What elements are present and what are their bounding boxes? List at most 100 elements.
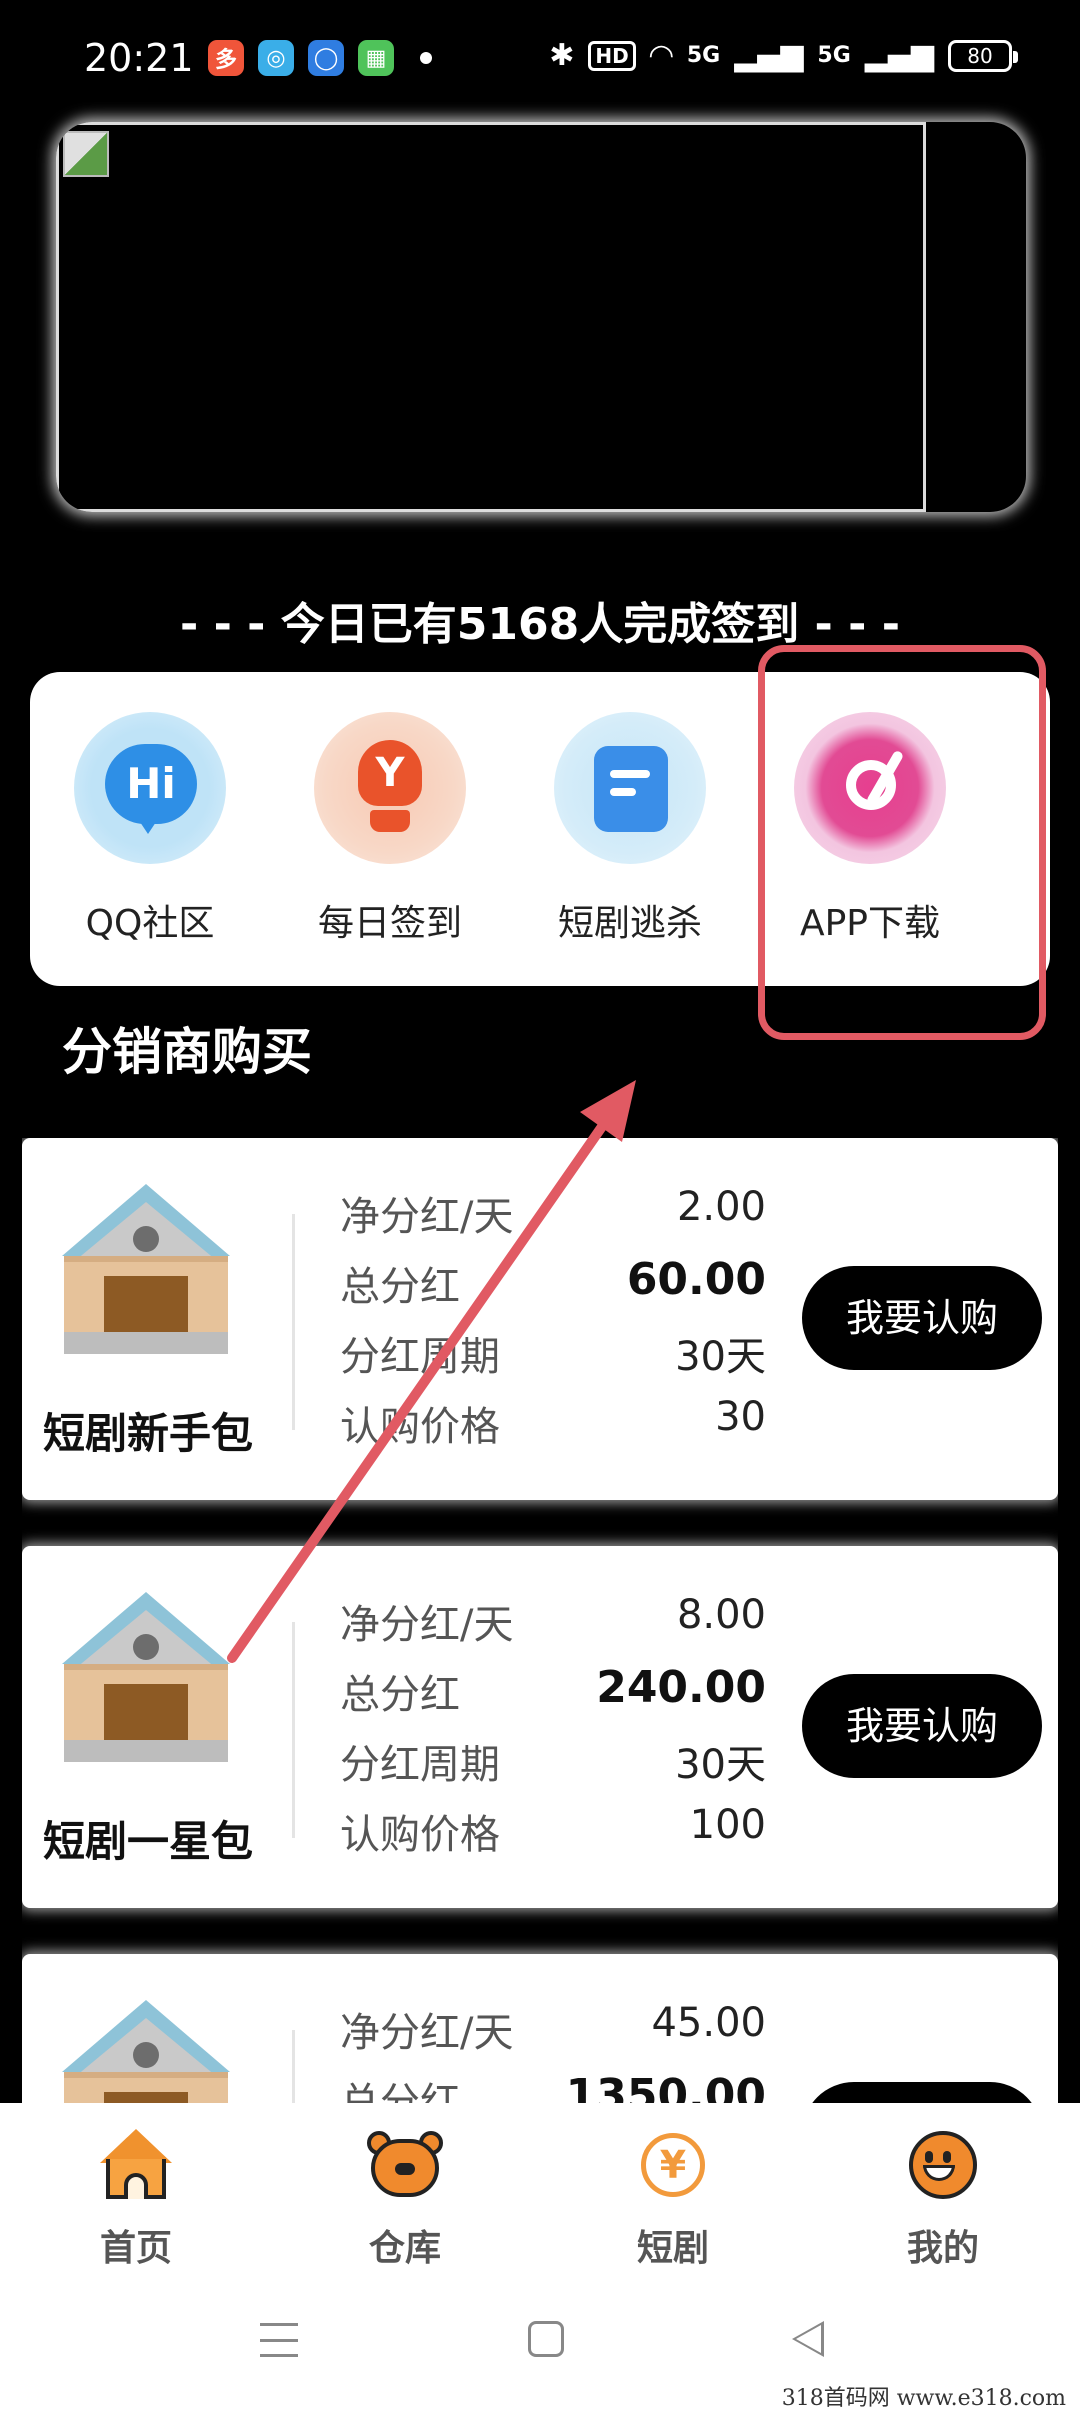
subscribe-button[interactable]: 我要认购 bbox=[802, 1674, 1042, 1778]
signin-notice: - - - 今日已有5168人完成签到 - - - bbox=[180, 599, 900, 650]
qq-hi-icon: Hi bbox=[74, 712, 226, 864]
card-divider bbox=[292, 1622, 295, 1838]
banner-carousel[interactable] bbox=[56, 122, 1026, 512]
tab-label: 短剧 bbox=[636, 2228, 709, 2269]
stat-label: 净分红/天 bbox=[340, 2010, 514, 2056]
stat-label: 净分红/天 bbox=[340, 1194, 514, 1240]
recent-apps-icon[interactable] bbox=[260, 2323, 298, 2357]
stat-value: 60.00 bbox=[626, 1254, 766, 1305]
quick-item-label: QQ社区 bbox=[85, 903, 215, 944]
quick-item-label: 短剧逃杀 bbox=[557, 903, 702, 944]
back-button-icon[interactable] bbox=[792, 2321, 824, 2357]
signal-1-icon: ▂▄▆ bbox=[734, 38, 804, 73]
stat-total-dividend: 总分红 240.00 bbox=[340, 1662, 766, 1726]
stat-value: 240.00 bbox=[596, 1662, 766, 1713]
broken-image-icon bbox=[63, 131, 109, 177]
stat-value: 8.00 bbox=[676, 1592, 766, 1638]
stat-total-dividend: 总分红 60.00 bbox=[340, 1254, 766, 1318]
status-bar: 20:21 多 ◎ ◯ ▦ ✱ HD ◠ 5G ▂▄▆ 5G ▂▄▆ 80 bbox=[0, 0, 1080, 120]
smiley-icon bbox=[905, 2129, 981, 2201]
signal-1-label: 5G bbox=[686, 43, 721, 68]
package-name: 短剧新手包 bbox=[42, 1409, 253, 1458]
stat-label: 分红周期 bbox=[340, 1742, 500, 1788]
section-title: 分销商购买 bbox=[62, 1023, 312, 1081]
tab-mine[interactable]: 我的 bbox=[843, 2129, 1043, 2271]
tab-warehouse[interactable]: 仓库 bbox=[305, 2129, 505, 2271]
package-card: 短剧新手包 净分红/天 2.00 总分红 60.00 分红周期 30天 认购价格… bbox=[22, 1138, 1058, 1500]
system-status-icons: ✱ HD ◠ 5G ▂▄▆ 5G ▂▄▆ 80 bbox=[549, 38, 1018, 73]
bottom-tab-bar: 首页 仓库 ¥ 短剧 我的 bbox=[0, 2103, 1080, 2275]
stat-value: 30天 bbox=[675, 1742, 766, 1788]
yuan-coin-icon: ¥ bbox=[635, 2129, 711, 2201]
hd-badge: HD bbox=[588, 40, 636, 71]
card-divider bbox=[292, 2030, 295, 2103]
quick-item-label: 每日签到 bbox=[317, 903, 462, 944]
stat-value: 100 bbox=[689, 1802, 766, 1848]
stat-value: 30天 bbox=[675, 1334, 766, 1380]
status-time: 20:21 bbox=[84, 36, 194, 80]
stat-value: 2.00 bbox=[676, 1184, 766, 1230]
stat-daily-dividend: 净分红/天 2.00 bbox=[340, 1184, 766, 1248]
drama-card-icon bbox=[554, 712, 706, 864]
stat-total-dividend: 总分红 1350.00 bbox=[340, 2070, 766, 2103]
stat-label: 总分红 bbox=[340, 1264, 460, 1310]
stat-daily-dividend: 净分红/天 45.00 bbox=[340, 2000, 766, 2064]
tab-short-drama[interactable]: ¥ 短剧 bbox=[573, 2129, 773, 2271]
house-icon bbox=[62, 1184, 230, 1354]
store-app-icon: ▦ bbox=[358, 40, 394, 76]
home-icon bbox=[98, 2129, 174, 2201]
arrow-head bbox=[580, 1080, 636, 1142]
stat-label: 认购价格 bbox=[340, 1812, 500, 1858]
subscribe-button[interactable]: 我要认购 bbox=[802, 1266, 1042, 1370]
package-card: 净分红/天 45.00 总分红 1350.00 bbox=[22, 1954, 1058, 2103]
battery-indicator: 80 bbox=[948, 39, 1018, 72]
package-card: 短剧一星包 净分红/天 8.00 总分红 240.00 分红周期 30天 认购价… bbox=[22, 1546, 1058, 1908]
house-icon bbox=[62, 1592, 230, 1762]
tab-label: 首页 bbox=[99, 2228, 172, 2269]
bluetooth-icon: ✱ bbox=[549, 38, 575, 73]
stat-subscription-price: 认购价格 100 bbox=[340, 1802, 766, 1866]
card-divider bbox=[292, 1214, 295, 1430]
stat-label: 认购价格 bbox=[340, 1404, 500, 1450]
bear-icon bbox=[367, 2129, 443, 2201]
stat-daily-dividend: 净分红/天 8.00 bbox=[340, 1592, 766, 1656]
stat-value: 45.00 bbox=[651, 2000, 766, 2046]
yuan-coin-glyph: ¥ bbox=[641, 2133, 705, 2197]
stat-dividend-period: 分红周期 30天 bbox=[340, 1324, 766, 1388]
stat-subscription-price: 认购价格 30 bbox=[340, 1394, 766, 1458]
lightbulb-base bbox=[370, 810, 410, 832]
stat-value: 30 bbox=[715, 1394, 766, 1440]
stat-value: 1350.00 bbox=[565, 2070, 766, 2103]
qq-hi-bubble: Hi bbox=[105, 744, 197, 824]
quick-item-daily-signin[interactable]: Y 每日签到 bbox=[270, 712, 510, 946]
wifi-icon: ◠ bbox=[649, 38, 673, 73]
annotation-highlight-box bbox=[758, 645, 1046, 1040]
stat-label: 总分红 bbox=[340, 2080, 460, 2103]
package-name: 短剧一星包 bbox=[42, 1817, 253, 1866]
browser-app-icon: ◯ bbox=[308, 40, 344, 76]
package-list[interactable]: 短剧新手包 净分红/天 2.00 总分红 60.00 分红周期 30天 认购价格… bbox=[22, 1138, 1058, 2103]
shopping-app-icon: 多 bbox=[208, 40, 244, 76]
house-icon bbox=[62, 2000, 230, 2103]
subscribe-button[interactable] bbox=[802, 2082, 1042, 2103]
tab-label: 仓库 bbox=[368, 2228, 441, 2269]
stat-dividend-period: 分红周期 30天 bbox=[340, 1732, 766, 1796]
stat-label: 净分红/天 bbox=[340, 1602, 514, 1648]
quick-item-qq-community[interactable]: Hi QQ社区 bbox=[30, 712, 270, 946]
banner-image[interactable] bbox=[56, 122, 926, 512]
lightbulb-glyph: Y bbox=[358, 740, 422, 806]
signal-2-icon: ▂▄▆ bbox=[864, 38, 934, 73]
stat-label: 总分红 bbox=[340, 1672, 460, 1718]
notification-icons: 多 ◎ ◯ ▦ bbox=[208, 40, 432, 76]
tab-label: 我的 bbox=[906, 2228, 979, 2269]
signal-2-label: 5G bbox=[817, 43, 851, 68]
stat-label: 分红周期 bbox=[340, 1334, 500, 1380]
quick-item-drama-escape[interactable]: 短剧逃杀 bbox=[510, 712, 750, 946]
lightbulb-icon: Y bbox=[314, 712, 466, 864]
qq-hi-bubble-tail bbox=[136, 816, 160, 834]
home-button-icon[interactable] bbox=[528, 2321, 564, 2357]
chat-app-icon: ◎ bbox=[258, 40, 294, 76]
more-notifications-icon bbox=[420, 52, 432, 64]
watermark: 318首码网 www.e318.com bbox=[781, 2386, 1066, 2411]
tab-home[interactable]: 首页 bbox=[36, 2129, 236, 2271]
